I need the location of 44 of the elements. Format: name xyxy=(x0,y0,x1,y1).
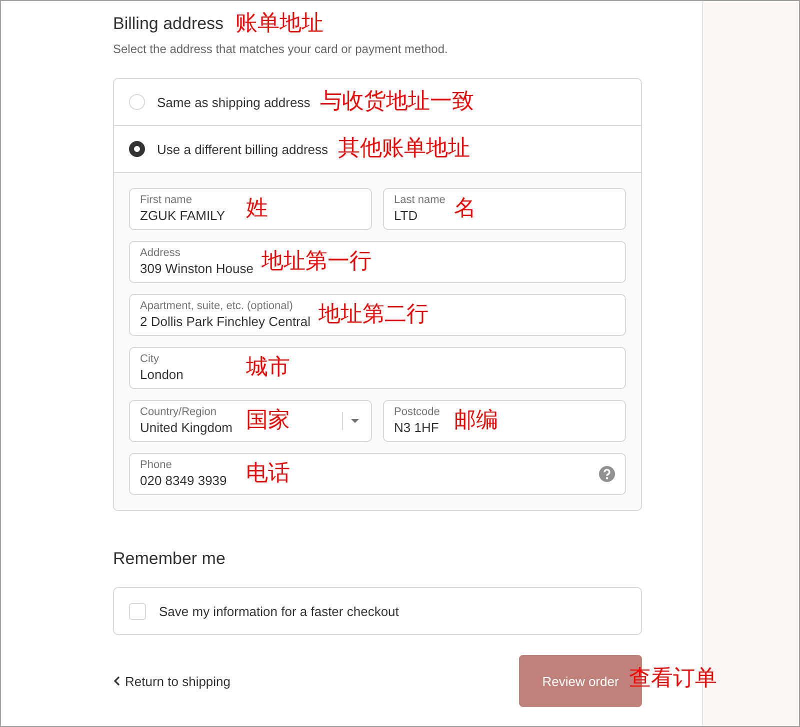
annotation: 地址第一行 xyxy=(261,251,372,273)
section-title: Billing address xyxy=(113,14,224,34)
field-value: 020 8349 3939 xyxy=(140,472,228,489)
country-select[interactable]: Country/Region United Kingdom 国家 xyxy=(129,400,372,442)
field-label: Apartment, suite, etc. (optional) xyxy=(140,300,294,313)
input-field[interactable]: First name ZGUK FAMILY 姓 xyxy=(129,188,372,230)
field-label: City xyxy=(140,353,160,366)
section-subtitle: Select the address that matches your card or payment method. xyxy=(113,42,449,56)
annotation: 邮编 xyxy=(454,410,498,432)
section-title: Remember me xyxy=(113,549,226,569)
annotation: 国家 xyxy=(246,410,290,432)
input-field[interactable]: City London 城市 xyxy=(129,347,626,389)
annotation: 账单地址 xyxy=(236,13,324,35)
option-label[interactable]: Same as shipping address xyxy=(157,94,310,110)
annotation: 电话 xyxy=(246,463,290,485)
help-icon[interactable] xyxy=(599,466,615,482)
option-label[interactable]: Use a different billing address xyxy=(157,142,328,156)
field-value: 2 Dollis Park Finchley Central xyxy=(140,313,311,330)
annotation: 地址第二行 xyxy=(318,304,429,326)
annotation: 其他账单地址 xyxy=(338,138,470,160)
field-label: First name xyxy=(140,194,193,207)
field-value: N3 1HF xyxy=(394,419,440,436)
checkbox-label[interactable]: Save my information for a faster checkout xyxy=(159,604,399,618)
field-value: 309 Winston House xyxy=(140,260,254,277)
chevron-left-icon xyxy=(113,676,121,686)
annotation: 与收货地址一致 xyxy=(320,91,474,113)
field-value: ZGUK FAMILY xyxy=(140,207,226,224)
input-field[interactable]: Phone 020 8349 3939 电话 xyxy=(129,453,626,495)
input-field[interactable]: Apartment, suite, etc. (optional) 2 Dollis Park Finchley Central 地址第二行 xyxy=(129,294,626,336)
field-label: Phone xyxy=(140,459,173,472)
field-value: LTD xyxy=(394,207,419,224)
back-link[interactable]: Return to shipping xyxy=(113,674,231,688)
annotation: 姓 xyxy=(246,198,268,220)
input-field[interactable]: Postcode N3 1HF 邮编 xyxy=(383,400,626,442)
checkbox[interactable] xyxy=(129,602,146,620)
radio-button[interactable] xyxy=(129,141,145,157)
annotation: 城市 xyxy=(246,357,290,379)
annotation: 名 xyxy=(454,198,476,220)
field-value: United Kingdom xyxy=(140,419,234,436)
field-value: London xyxy=(140,366,184,383)
field-label: Country/Region xyxy=(140,406,218,419)
field-label: Last name xyxy=(394,194,446,207)
field-label: Address xyxy=(140,247,182,260)
field-label: Postcode xyxy=(394,406,441,419)
